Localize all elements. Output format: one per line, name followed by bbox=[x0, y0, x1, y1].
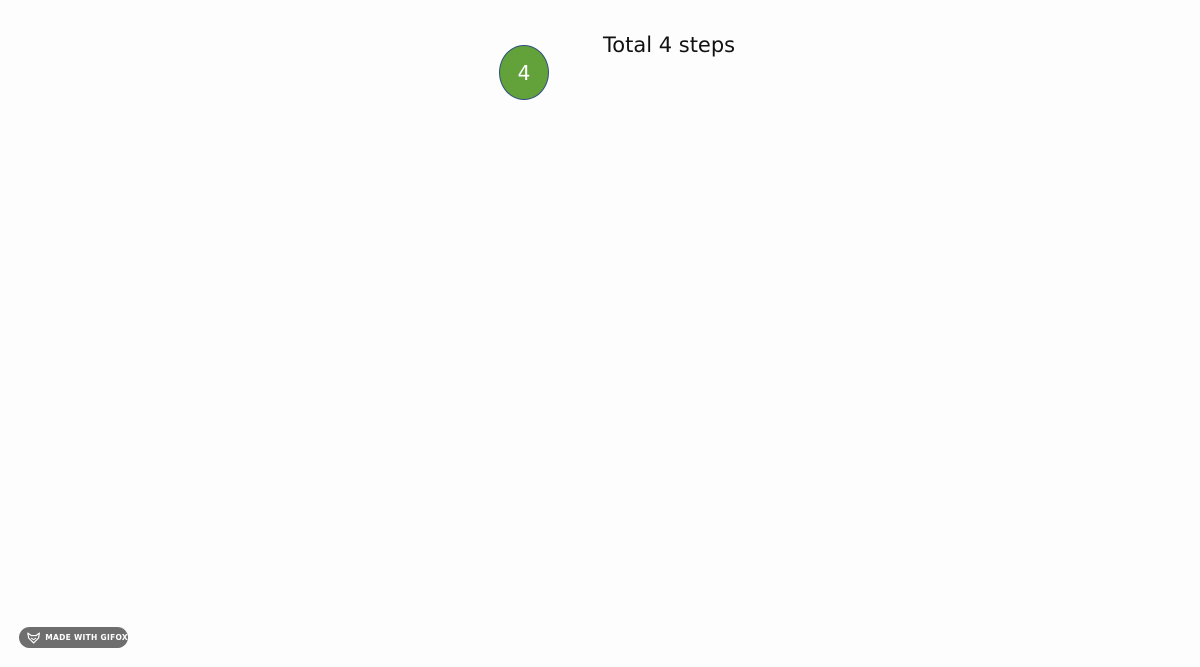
fox-icon bbox=[27, 631, 40, 644]
gifox-watermark-badge: MADE WITH GIFOX bbox=[19, 627, 128, 648]
watermark-label: MADE WITH GIFOX bbox=[45, 633, 128, 642]
step-number-circle: 4 bbox=[499, 45, 549, 100]
slide-canvas: 4 Total 4 steps MADE WITH GIFOX bbox=[0, 0, 1200, 667]
slide-title: Total 4 steps bbox=[603, 33, 736, 57]
step-number: 4 bbox=[517, 60, 531, 85]
